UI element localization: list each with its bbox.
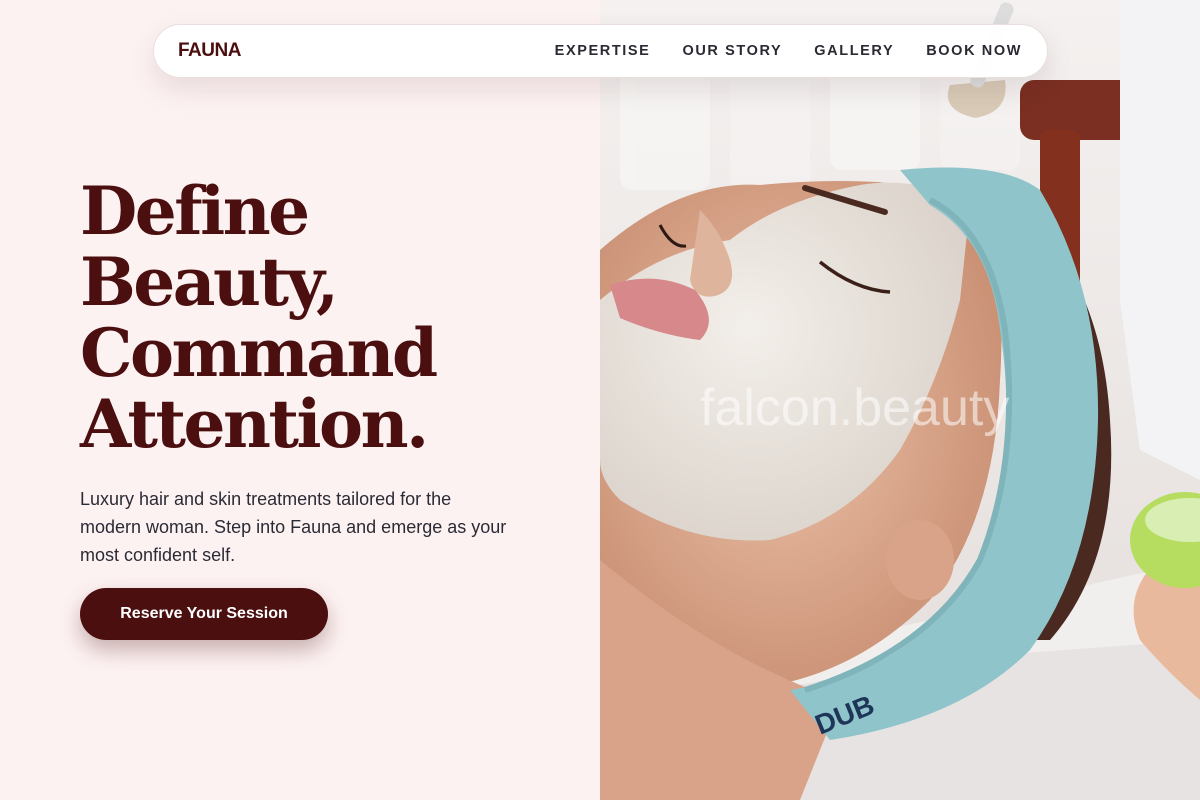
headline-line-1: Define bbox=[80, 172, 310, 250]
headline-line-4: Attention. bbox=[80, 385, 429, 463]
brand-logo[interactable]: FAUNA bbox=[178, 40, 241, 62]
watermark-text: falcon.beauty bbox=[700, 379, 1009, 437]
nav-link-expertise[interactable]: EXPERTISE bbox=[555, 43, 651, 59]
reserve-session-button[interactable]: Reserve Your Session bbox=[80, 588, 328, 640]
nav-link-gallery[interactable]: GALLERY bbox=[814, 43, 894, 59]
hero-headline: Define Beauty, Command Attention. bbox=[80, 176, 560, 460]
nav-links: EXPERTISE OUR STORY GALLERY BOOK NOW bbox=[555, 43, 1022, 59]
top-navigation-bar: FAUNA EXPERTISE OUR STORY GALLERY BOOK N… bbox=[153, 24, 1048, 78]
facial-treatment-photo: DUB falcon.beauty bbox=[600, 0, 1200, 800]
hero-subtext: Luxury hair and skin treatments tailored… bbox=[80, 489, 507, 565]
hero-image-section: DUB falcon.beauty bbox=[600, 0, 1200, 800]
headline-line-2: Beauty, bbox=[80, 243, 339, 321]
nav-link-our-story[interactable]: OUR STORY bbox=[682, 43, 782, 59]
headline-line-3: Command bbox=[80, 314, 438, 392]
nav-link-book-now[interactable]: BOOK NOW bbox=[926, 43, 1022, 59]
hero-text-section: Define Beauty, Command Attention. Luxury… bbox=[0, 0, 600, 800]
